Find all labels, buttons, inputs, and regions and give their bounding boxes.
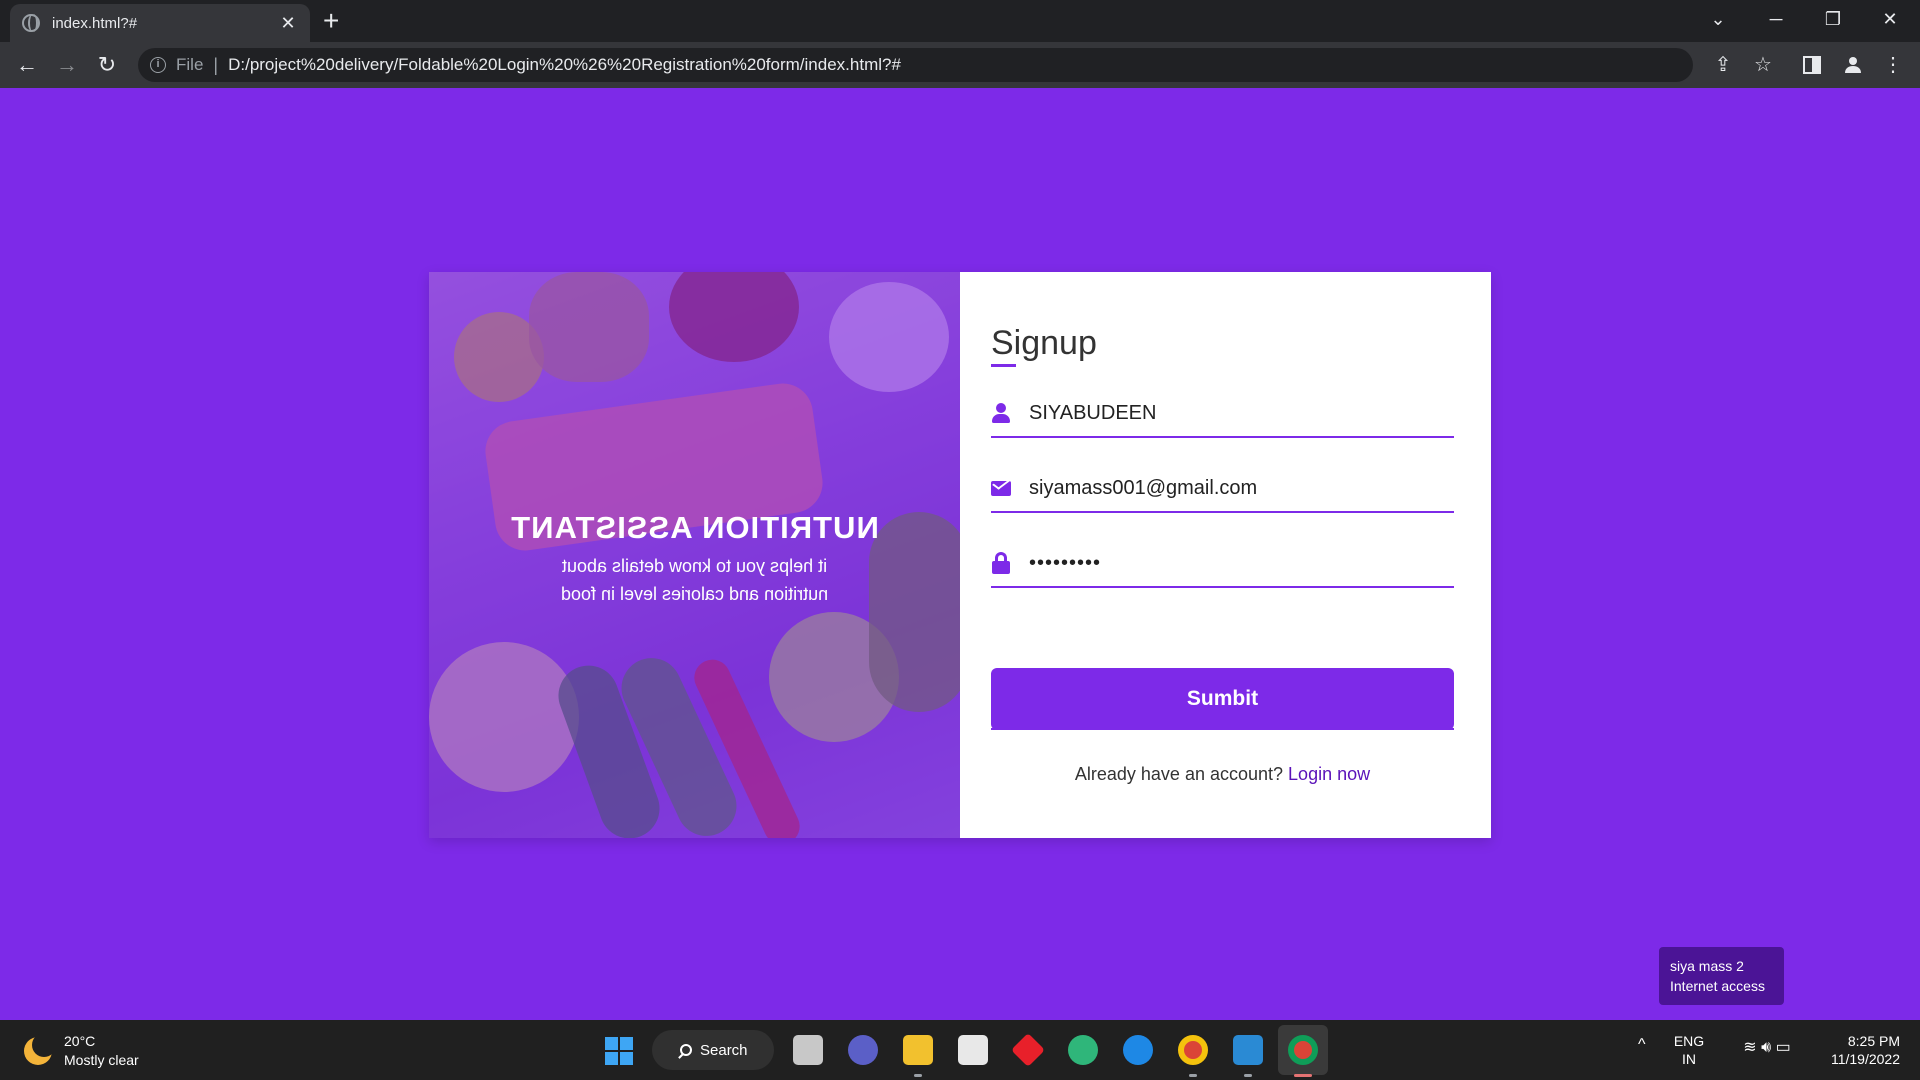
name-field[interactable]: SIYABUDEEN — [991, 390, 1454, 438]
password-field[interactable]: ••••••••• — [991, 540, 1454, 588]
side-panel-icon[interactable] — [1797, 50, 1827, 80]
windows-start-icon[interactable] — [605, 1037, 633, 1065]
volume-icon: 🔊︎ — [1761, 1039, 1772, 1056]
share-icon[interactable]: ⇪ — [1708, 50, 1738, 80]
name-input-value[interactable]: SIYABUDEEN — [1029, 402, 1156, 425]
signup-card: NUTRITION ASSISTANT it helps you to know… — [429, 272, 1491, 838]
address-scheme-label: File — [176, 55, 204, 74]
profile-icon[interactable] — [1838, 50, 1868, 80]
reload-icon[interactable]: ↻ — [92, 50, 122, 80]
lock-icon — [991, 552, 1011, 574]
language-line-2: IN — [1682, 1051, 1696, 1067]
submit-button[interactable]: Sumbit — [991, 668, 1454, 730]
email-field[interactable]: siyamass001@gmail.com — [991, 465, 1454, 513]
forward-arrow-icon[interactable]: → — [52, 50, 82, 80]
language-indicator[interactable]: ENG IN — [1671, 1032, 1707, 1068]
cover-text-mirrored: NUTRITION ASSISTANT it helps you to know… — [429, 510, 960, 608]
taskbar: 20°C Mostly clear Search ^ ENG IN ≋ 🔊︎ ▭… — [0, 1020, 1920, 1080]
network-tooltip: siya mass 2 Internet access — [1659, 947, 1784, 1005]
login-prompt-line: Already have an account? Login now — [991, 764, 1454, 785]
info-icon[interactable]: i — [150, 57, 166, 73]
microsoft-store-icon[interactable] — [958, 1035, 988, 1065]
login-now-link[interactable]: Login now — [1288, 764, 1370, 784]
taskbar-search-button[interactable]: Search — [652, 1030, 774, 1070]
tray-chevron-icon[interactable]: ^ — [1638, 1036, 1646, 1054]
tab-title: index.html?# — [52, 14, 138, 32]
language-line-1: ENG — [1673, 1033, 1705, 1049]
chat-icon[interactable] — [848, 1035, 878, 1065]
wifi-icon: ≋ — [1743, 1039, 1757, 1056]
clock-date: 11/19/2022 — [1830, 1051, 1900, 1067]
weather-widget[interactable]: 20°C Mostly clear — [24, 1032, 139, 1070]
tooltip-network-name: siya mass 2 — [1670, 958, 1744, 974]
moon-weather-icon — [24, 1033, 56, 1065]
weather-temp: 20°C — [64, 1033, 96, 1049]
close-window-button[interactable]: ✕ — [1870, 4, 1910, 34]
chrome-icon[interactable] — [1178, 1035, 1208, 1065]
tab-search-dropdown-icon[interactable]: ⌄ — [1698, 4, 1738, 34]
restore-button[interactable]: ❐ — [1813, 4, 1853, 34]
menu-icon[interactable]: ⋮ — [1878, 50, 1908, 80]
browser-toolbar: ← → ↻ i File | D:/project%20delivery/Fol… — [0, 42, 1920, 88]
back-arrow-icon[interactable]: ← — [12, 50, 42, 80]
cover-title: NUTRITION ASSISTANT — [510, 510, 879, 545]
password-input-value[interactable]: ••••••••• — [1029, 552, 1101, 575]
search-icon — [680, 1044, 692, 1056]
minimize-button[interactable]: ─ — [1756, 4, 1796, 34]
taskbar-search-label: Search — [700, 1041, 748, 1059]
battery-icon: ▭ — [1775, 1039, 1791, 1056]
clock[interactable]: 8:25 PM 11/19/2022 — [1822, 1032, 1900, 1068]
cover-subtitle-line-2: nutrition and calories level in food — [560, 584, 829, 604]
help-icon[interactable] — [1123, 1035, 1153, 1065]
system-tray-icons[interactable]: ≋ 🔊︎ ▭ — [1722, 1039, 1812, 1057]
active-indicator — [1294, 1074, 1312, 1077]
address-url[interactable]: D:/project%20delivery/Foldable%20Login%2… — [228, 55, 901, 75]
address-separator: | — [213, 54, 219, 75]
star-icon[interactable]: ☆ — [1748, 50, 1778, 80]
address-bar[interactable]: i File | D:/project%20delivery/Foldable%… — [138, 48, 1693, 82]
weather-desc: Mostly clear — [64, 1052, 139, 1068]
browser-tab[interactable]: index.html?# ✕ — [10, 4, 310, 42]
browser-tab-strip: index.html?# ✕ + ⌄ ─ ❐ ✕ — [0, 0, 1920, 42]
task-view-icon[interactable] — [793, 1035, 823, 1065]
tab-close-button[interactable]: ✕ — [278, 13, 298, 34]
file-explorer-icon[interactable] — [903, 1035, 933, 1065]
globe-icon — [22, 14, 40, 32]
vscode-icon[interactable] — [1233, 1035, 1263, 1065]
edge-icon[interactable] — [1068, 1035, 1098, 1065]
chrome-icon[interactable] — [1288, 1035, 1318, 1065]
app-red-diamond-icon[interactable] — [1011, 1033, 1045, 1067]
login-prompt-text: Already have an account? — [1074, 764, 1284, 784]
envelope-icon — [991, 476, 1011, 499]
clock-time: 8:25 PM — [1847, 1033, 1900, 1049]
cover-subtitle-line-1: it helps you to know details about — [561, 556, 828, 576]
running-indicator — [1244, 1074, 1252, 1077]
signup-form: Signup SIYABUDEEN siyamass001@gmail.com … — [960, 272, 1491, 838]
running-indicator — [1189, 1074, 1197, 1077]
tooltip-network-status: Internet access — [1670, 978, 1765, 994]
new-tab-button[interactable]: + — [323, 6, 339, 36]
user-icon — [991, 402, 1011, 424]
running-indicator — [914, 1074, 922, 1077]
cover-image-panel: NUTRITION ASSISTANT it helps you to know… — [429, 272, 960, 838]
email-input-value[interactable]: siyamass001@gmail.com — [1029, 477, 1257, 500]
title-underline — [991, 364, 1016, 367]
form-title: Signup — [991, 324, 1097, 362]
